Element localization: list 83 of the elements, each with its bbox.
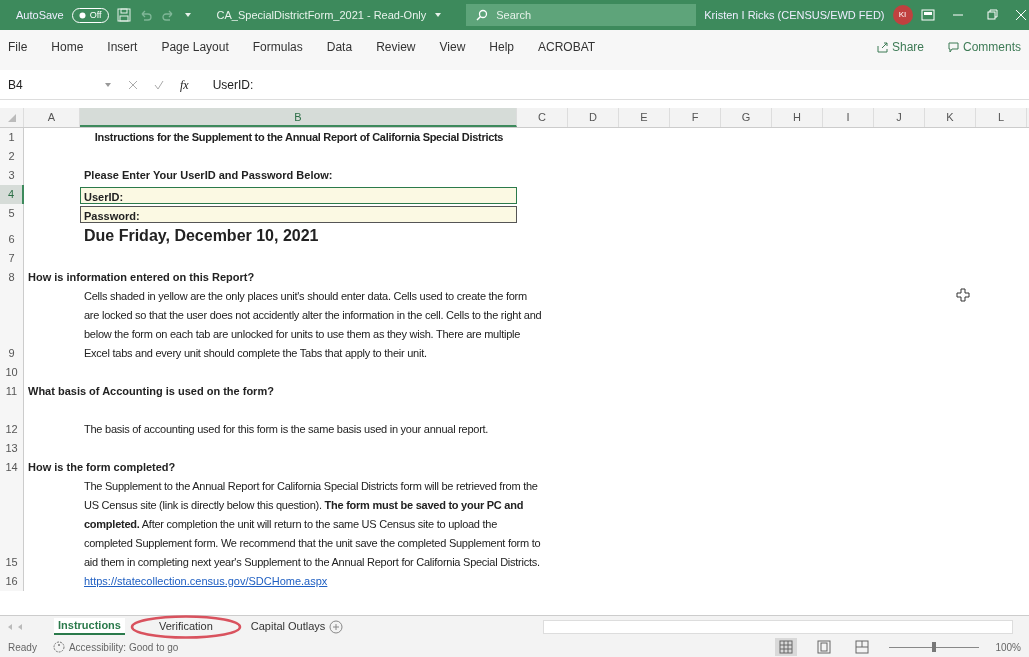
status-text: Ready [8,640,37,655]
share-button[interactable]: Share [876,38,924,56]
column-header[interactable]: C [517,108,568,127]
view-button[interactable] [775,638,798,656]
ribbon-display-icon[interactable] [920,9,935,21]
column-header[interactable]: I [823,108,874,127]
question-text: How is information entered on this Report? [28,270,255,285]
column-header[interactable]: L [976,108,1027,127]
column-header[interactable]: J [874,108,925,127]
input-cell[interactable]: Password: [80,206,517,223]
row-header[interactable]: 12 [0,401,24,439]
title-text: Instructions for the Supplement to the Annual Report of California Special Districts [93,130,505,145]
caret-icon[interactable] [434,11,443,19]
row-header[interactable]: 15 [0,477,24,572]
triangle-icon [6,113,17,124]
row-header[interactable]: 2 [0,147,24,166]
row-header[interactable]: 4 [0,185,24,204]
ribbon-tab[interactable]: File [8,38,28,56]
ribbon-tab[interactable]: Home [51,38,84,56]
add-sheet-icon[interactable] [329,619,344,634]
ribbon-tab[interactable]: Insert [107,38,138,56]
row-header[interactable]: 16 [0,572,24,591]
paragraph-text: The basis of accounting used for this form is the same basis used in your annual report. [84,422,490,437]
row-header[interactable]: 11 [0,382,24,401]
ribbon-tab[interactable]: Help [489,38,514,56]
comment-icon [948,41,959,53]
column-header[interactable]: G [721,108,772,127]
column-header[interactable]: D [568,108,619,127]
row-header[interactable]: 7 [0,249,24,268]
caret-icon[interactable] [104,80,112,89]
cursor-icon [956,288,970,302]
comments-button[interactable]: Comments [948,38,1021,56]
ribbon-tab[interactable]: Data [326,38,353,56]
autosave-label: AutoSave [16,7,64,23]
formula-content: UserID: [212,76,254,94]
form-label-text: Please Enter Your UserID and Password Below: [84,168,333,183]
search-icon [476,9,489,21]
column-header[interactable]: H [772,108,823,127]
slider-thumb[interactable] [932,642,937,652]
row-header[interactable]: 10 [0,363,24,382]
ribbon-tab[interactable]: ACROBAT [538,38,596,56]
enter-icon[interactable] [154,79,164,90]
ribbon-tab[interactable]: Review [376,38,416,56]
row-header[interactable]: 6 [0,223,24,249]
accessibility-status[interactable]: Accessibility: Good to go [52,639,179,655]
column-header[interactable]: B [80,108,517,127]
input-cell[interactable]: UserID: [80,187,517,204]
question-text: What basis of Accounting is used on the form? [28,384,274,399]
row-header[interactable]: 9 [0,287,24,363]
redo-icon[interactable] [160,8,175,22]
column-header[interactable]: K [925,108,976,127]
share-icon [876,41,888,53]
row-header[interactable]: 14 [0,458,24,477]
paragraph-text: Cells shaded in yellow are the only places unit's should enter data. Cells used to create the form are locked so that the user does not accidently alter the information in the cell. Cells to the right and below the form on each tab are unlocked for units to use them as they wish. There are multiple Excel tabs and every unit should complete the Tabs that apply to their unit. [84,289,543,361]
paragraph-text: The Supplement to the Annual Report for California Special Districts form will be retrieved from the US Census site (link is directly below this question). The form must be saved to your PC and completed. After completion the unit will return to the same US Census site to upload the completed Supplement form. We recommend that the unit save the completed Supplement form to aid them in completing next year's Supplement to the Annual Report for California Special Districts. [84,479,542,570]
user-avatar[interactable]: KI [892,5,913,25]
ribbon-tab[interactable]: View [439,38,466,56]
accessibility-icon [52,641,65,653]
sheet-tab[interactable]: Capital Outlays [246,619,330,634]
user-name: Kristen I Ricks (CENSUS/EWD FED) [704,7,885,23]
save-icon[interactable] [116,8,131,22]
function-button[interactable]: fx [180,75,189,94]
search-field[interactable]: Search [466,4,697,26]
due-date-text: Due Friday, December 10, 2021 [84,226,319,246]
column-header[interactable]: F [670,108,721,127]
zoom-level: 100% [995,640,1021,655]
row-header[interactable]: 8 [0,268,24,287]
toggle-knob-icon [78,11,86,19]
sheet-tab[interactable]: Instructions [54,618,125,635]
name-box[interactable]: B4 [8,75,88,94]
horizontal-scrollbar[interactable] [543,619,1013,634]
row-header[interactable]: 5 [0,204,24,223]
row-header[interactable]: 3 [0,166,24,185]
row-header[interactable]: 1 [0,128,24,147]
document-title: CA_SpecialDistrictForm_2021 - Read-Only [216,7,427,23]
link[interactable]: https://statecollection.census.gov/SDCHome.aspx [84,572,328,591]
cancel-icon[interactable] [128,79,138,90]
ribbon-tab[interactable]: Formulas [252,38,303,56]
question-text: How is the form completed? [28,460,176,475]
column-header[interactable]: E [619,108,670,127]
ribbon-tab[interactable]: Page Layout [161,38,229,56]
zoom-slider[interactable] [889,641,980,653]
row-header[interactable]: 13 [0,439,24,458]
